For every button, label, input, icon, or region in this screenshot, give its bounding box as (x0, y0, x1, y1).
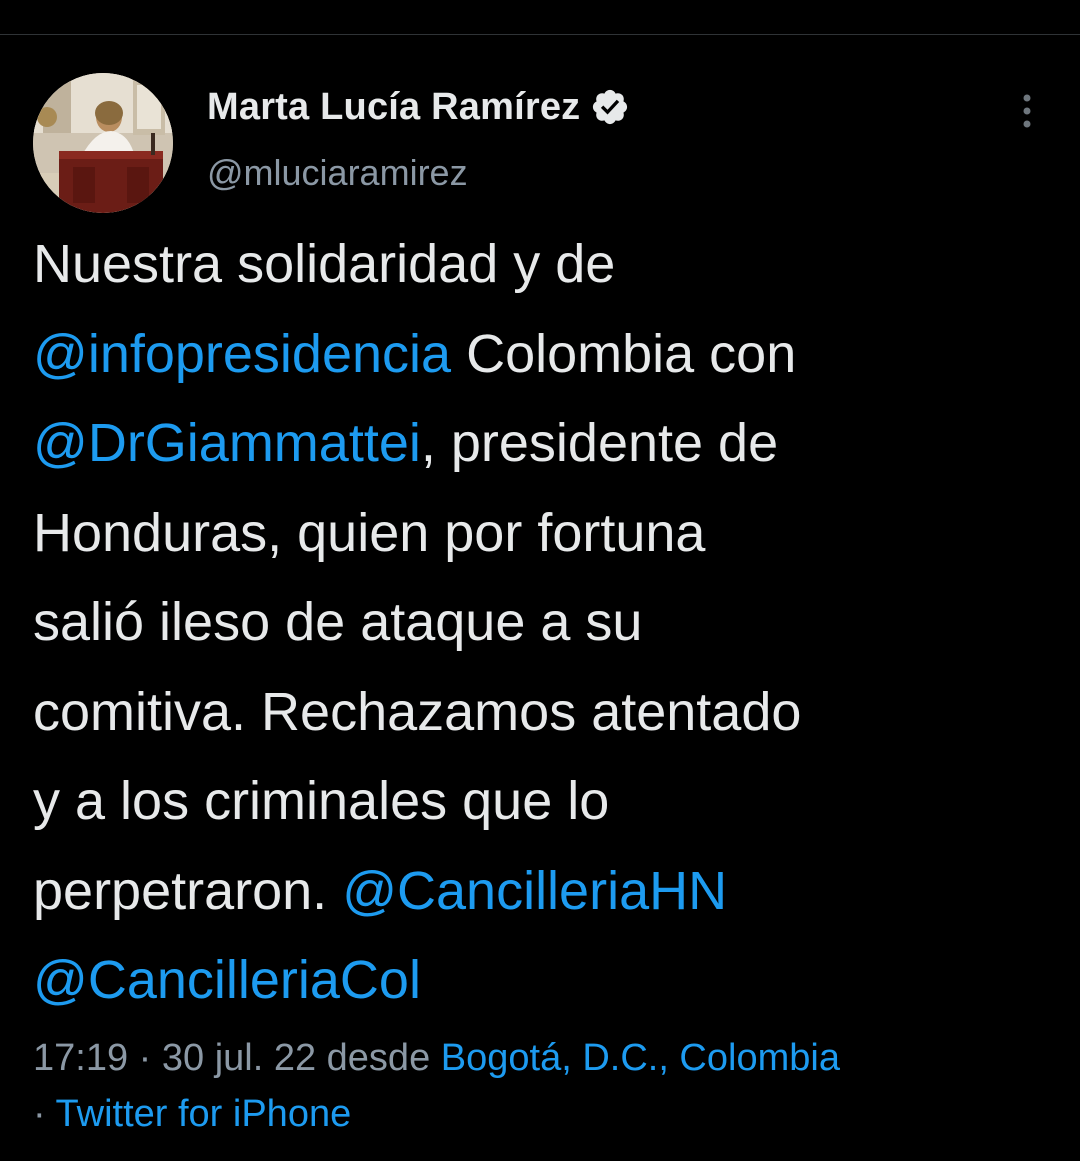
mention-link[interactable]: @CancilleriaHN (342, 861, 727, 921)
profile-photo (33, 73, 173, 213)
tweet-line: y a los criminales que lo (33, 757, 1063, 847)
tweet-line: @infopresidencia Colombia con (33, 310, 1063, 400)
tweet-line: @CancilleriaCol (33, 936, 1063, 1026)
avatar[interactable] (33, 73, 173, 213)
source-link[interactable]: Twitter for iPhone (56, 1093, 352, 1135)
tweet-date[interactable]: 30 jul. 22 (162, 1037, 316, 1079)
tweet-text-segment: Nuestra solidaridad y de (33, 234, 616, 294)
meta-line-2: · Twitter for iPhone (33, 1086, 1073, 1142)
tweet-line: @DrGiammattei, presidente de (33, 399, 1063, 489)
tweet-line: salió ileso de ataque a su (33, 578, 1063, 668)
tweet-text-segment: perpetraron. (33, 860, 343, 921)
tweet-text-segment: Honduras, quien por fortuna (33, 502, 706, 563)
meta-separator-2: · (33, 1093, 56, 1135)
author-handle[interactable]: @mluciaramirez (207, 152, 468, 194)
from-label: desde (316, 1037, 441, 1079)
author-name-row[interactable]: Marta Lucía Ramírez (207, 84, 630, 130)
verified-badge-icon (590, 87, 630, 127)
tweet-text-segment: y a los criminales que lo (33, 771, 610, 831)
tweet-line: Nuestra solidaridad y de (33, 220, 1063, 310)
tweet-metadata: 17:19 · 30 jul. 22 desde Bogotá, D.C., C… (33, 1030, 1073, 1142)
meta-line-1: 17:19 · 30 jul. 22 desde Bogotá, D.C., C… (33, 1030, 1073, 1086)
location-link[interactable]: Bogotá, D.C., Colombia (441, 1037, 840, 1079)
mention-link[interactable]: @DrGiammattei (33, 413, 421, 473)
more-options-button[interactable] (1010, 88, 1044, 134)
mention-link[interactable]: @CancilleriaCol (33, 950, 421, 1010)
more-options-icon (1023, 94, 1031, 128)
tweet-line: Honduras, quien por fortuna (33, 489, 1063, 579)
tweet-text: Nuestra solidaridad y de @infopresidencia… (33, 220, 1063, 1026)
tweet-text-segment: comitiva. Rechazamos atentado (33, 681, 802, 742)
tweet-line: comitiva. Rechazamos atentado (33, 668, 1063, 758)
tweet-text-segment: , presidente de (420, 413, 779, 473)
top-divider (0, 34, 1080, 35)
tweet-text-segment: salió ileso de ataque a su (33, 592, 643, 652)
tweet-line: perpetraron. @CancilleriaHN (33, 847, 1063, 937)
meta-separator: · (128, 1037, 162, 1079)
mention-link[interactable]: @infopresidencia (33, 324, 451, 384)
tweet-time[interactable]: 17:19 (33, 1037, 128, 1079)
author-display-name[interactable]: Marta Lucía Ramírez (207, 86, 580, 129)
tweet-text-segment: Colombia con (451, 323, 797, 384)
